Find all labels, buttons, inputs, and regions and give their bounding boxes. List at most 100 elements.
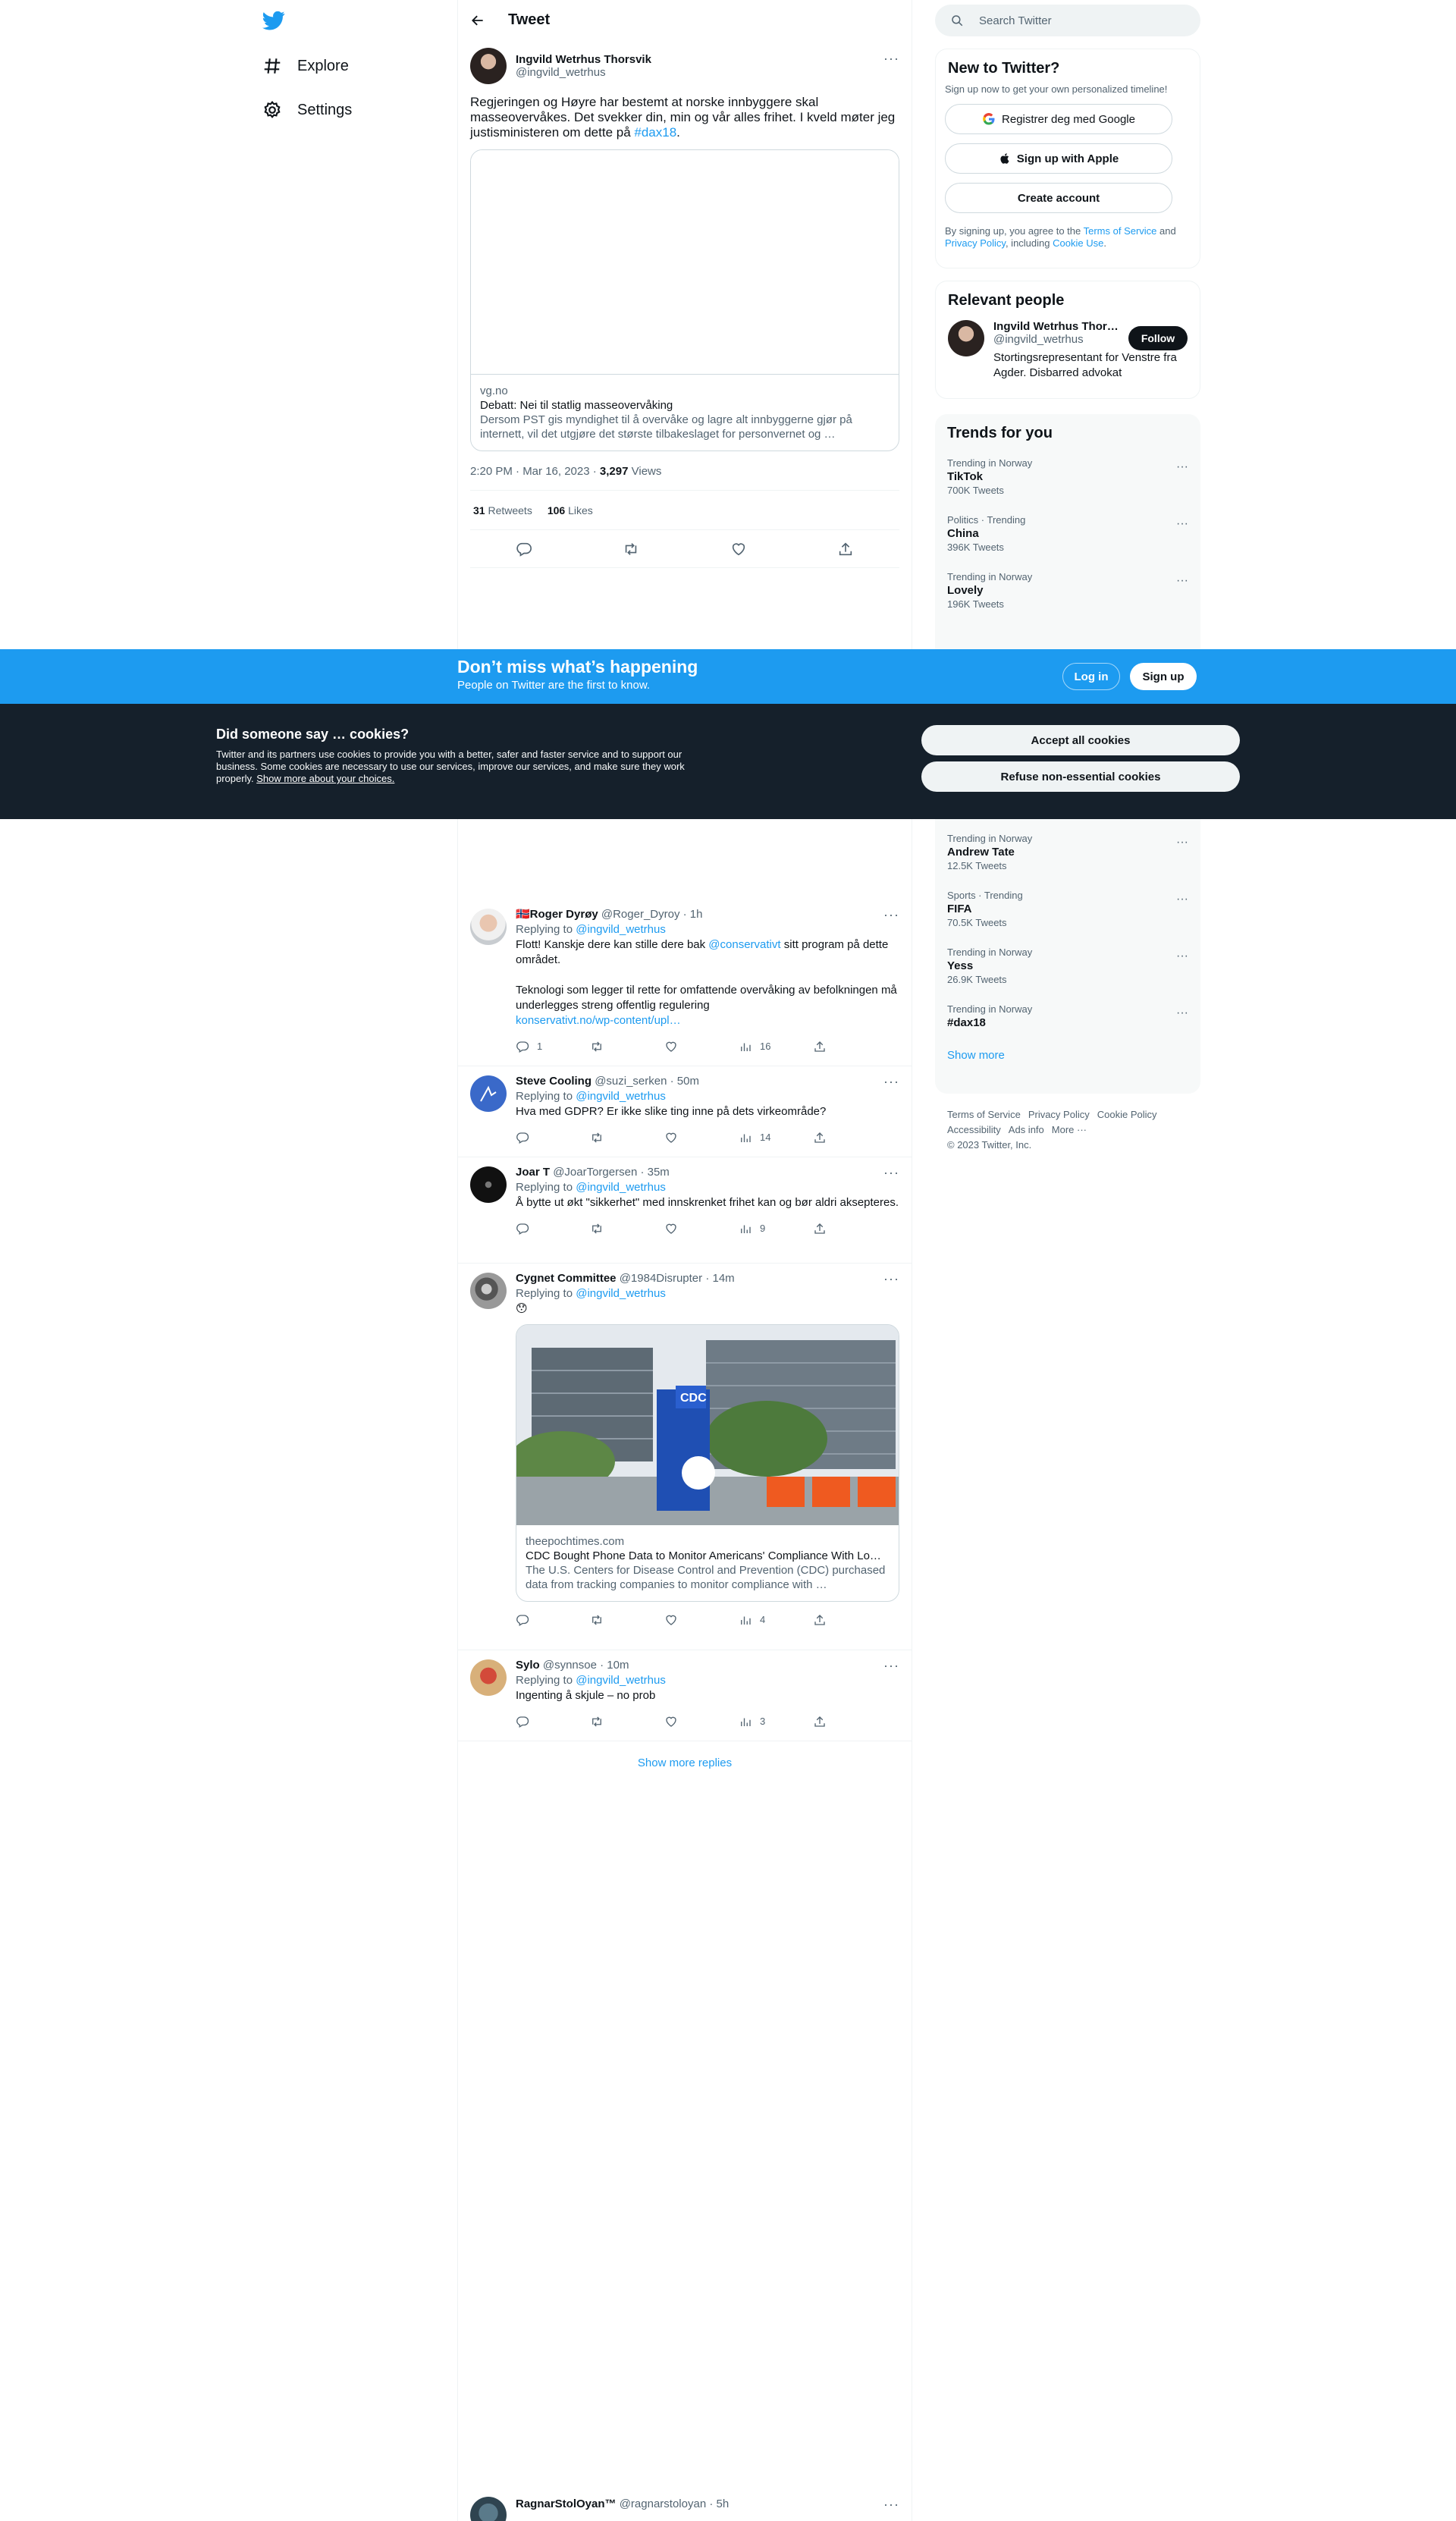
footer-cookie-link[interactable]: Cookie Policy xyxy=(1097,1109,1157,1120)
footer-accessibility-link[interactable]: Accessibility xyxy=(947,1124,1001,1135)
reply-name[interactable]: Sylo xyxy=(516,1659,540,1672)
more-options-icon[interactable]: ··· xyxy=(883,1658,899,1673)
reply-time[interactable]: · 14m xyxy=(702,1272,734,1285)
apple-signup-button[interactable]: Sign up with Apple xyxy=(945,143,1172,174)
footer-more-link[interactable]: More ··· xyxy=(1052,1124,1087,1135)
views-button[interactable]: 9 xyxy=(739,1221,813,1236)
privacy-link[interactable]: Privacy Policy xyxy=(945,237,1006,249)
more-options-icon[interactable]: ··· xyxy=(883,2497,899,2512)
trend-item[interactable]: Trending in Norway Lovely 196K Tweets ··· xyxy=(935,562,1200,619)
replying-to-link[interactable]: @ingvild_wetrhus xyxy=(576,923,666,936)
reply-time[interactable]: · 5h xyxy=(706,2497,729,2510)
like-button[interactable] xyxy=(664,1715,739,1728)
create-account-button[interactable]: Create account xyxy=(945,183,1172,213)
like-button[interactable] xyxy=(664,1613,739,1627)
reply-item[interactable]: RagnarStolOyan™ @ragnarstoloyan · 5h ··· xyxy=(458,2488,912,2521)
avatar[interactable] xyxy=(948,320,984,356)
nav-settings[interactable]: Settings xyxy=(262,91,352,129)
views-button[interactable]: 4 xyxy=(739,1612,813,1628)
reply-handle[interactable]: @ragnarstoloyan xyxy=(620,2497,706,2510)
more-options-icon[interactable]: ··· xyxy=(1176,836,1188,849)
reply-name[interactable]: RagnarStolOyan™ xyxy=(516,2497,617,2510)
views-button[interactable]: 14 xyxy=(739,1130,813,1145)
reply-button[interactable] xyxy=(516,1715,590,1728)
cookie-use-link[interactable]: Cookie Use xyxy=(1053,237,1103,249)
link-card[interactable]: CDC theepochtimes.com CDC Bought Phone D… xyxy=(516,1324,899,1602)
login-button[interactable]: Log in xyxy=(1062,663,1120,690)
more-options-icon[interactable]: ··· xyxy=(1176,893,1188,906)
views-button[interactable]: 3 xyxy=(739,1714,813,1729)
reply-icon[interactable] xyxy=(516,541,532,557)
google-signup-button[interactable]: Registrer deg med Google xyxy=(945,104,1172,134)
link-card[interactable]: vg.no Debatt: Nei til statlig masseoverv… xyxy=(470,149,899,451)
cookie-choices-link[interactable]: Show more about your choices. xyxy=(256,773,394,784)
show-more-replies-button[interactable]: Show more replies xyxy=(458,1741,912,1784)
avatar[interactable] xyxy=(470,1659,507,1696)
reply-item[interactable]: 🇳🇴Roger Dyrøy @Roger_Dyroy · 1h ··· Repl… xyxy=(458,899,912,1066)
more-options-icon[interactable]: ··· xyxy=(1176,950,1188,963)
follow-button[interactable]: Follow xyxy=(1128,326,1188,350)
hashtag-link[interactable]: #dax18 xyxy=(634,125,676,140)
avatar[interactable] xyxy=(470,48,507,84)
trend-item[interactable]: Trending in Norway TikTok 700K Tweets ··· xyxy=(935,448,1200,505)
likes-stat[interactable]: 106 Likes xyxy=(548,504,593,516)
share-button[interactable] xyxy=(813,1222,887,1235)
relevant-person[interactable]: Ingvild Wetrhus Thor… @ingvild_wetrhus S… xyxy=(936,316,1200,385)
back-arrow-icon[interactable] xyxy=(470,13,485,28)
views-button[interactable]: 16 xyxy=(739,1039,813,1054)
avatar[interactable] xyxy=(470,1273,507,1309)
reply-name[interactable]: Cygnet Committee xyxy=(516,1272,617,1285)
signup-button[interactable]: Sign up xyxy=(1130,663,1197,690)
retweets-stat[interactable]: 31 Retweets xyxy=(473,504,532,516)
replying-to-link[interactable]: @ingvild_wetrhus xyxy=(576,1090,666,1103)
reply-time[interactable]: · 1h xyxy=(679,908,703,921)
terms-link[interactable]: Terms of Service xyxy=(1084,225,1157,237)
reply-handle[interactable]: @1984Disrupter xyxy=(620,1272,702,1285)
footer-ads-link[interactable]: Ads info xyxy=(1009,1124,1044,1135)
replying-to-link[interactable]: @ingvild_wetrhus xyxy=(576,1287,666,1300)
tweet-timestamp[interactable]: 2:20 PM · Mar 16, 2023 · xyxy=(470,465,600,478)
refuse-cookies-button[interactable]: Refuse non-essential cookies xyxy=(921,761,1240,792)
reply-item[interactable]: Cygnet Committee @1984Disrupter · 14m ··… xyxy=(458,1264,912,1650)
author-name[interactable]: Ingvild Wetrhus Thorsvik xyxy=(516,53,651,66)
share-button[interactable] xyxy=(813,1613,887,1627)
author-handle[interactable]: @ingvild_wetrhus xyxy=(516,66,651,79)
search-bar[interactable] xyxy=(935,5,1200,36)
twitter-logo-icon[interactable] xyxy=(262,9,285,32)
more-options-icon[interactable]: ··· xyxy=(883,907,899,922)
reply-item[interactable]: Steve Cooling @suzi_serken · 50m ··· Rep… xyxy=(458,1066,912,1157)
more-options-icon[interactable]: ··· xyxy=(883,1165,899,1180)
reply-time[interactable]: · 50m xyxy=(667,1075,699,1088)
trend-item[interactable]: Sports · Trending FIFA 70.5K Tweets ··· xyxy=(935,881,1200,937)
more-options-icon[interactable]: ··· xyxy=(1176,517,1188,531)
reply-button[interactable] xyxy=(516,1222,590,1235)
like-button[interactable] xyxy=(664,1222,739,1235)
more-options-icon[interactable]: ··· xyxy=(883,1271,899,1286)
reply-name[interactable]: Joar T xyxy=(516,1166,550,1179)
reply-name[interactable]: Steve Cooling xyxy=(516,1075,592,1088)
more-options-icon[interactable]: ··· xyxy=(1176,1006,1188,1020)
share-icon[interactable] xyxy=(837,541,854,557)
reply-button[interactable]: 1 xyxy=(516,1039,590,1054)
reply-time[interactable]: · 10m xyxy=(597,1659,629,1672)
retweet-button[interactable] xyxy=(590,1222,664,1235)
avatar[interactable] xyxy=(470,2497,507,2521)
reply-handle[interactable]: @synnsoe xyxy=(543,1659,597,1672)
share-button[interactable] xyxy=(813,1040,887,1053)
external-link[interactable]: konservativt.no/wp-content/upl… xyxy=(516,1014,681,1027)
like-button[interactable] xyxy=(664,1040,739,1053)
like-button[interactable] xyxy=(664,1131,739,1144)
more-options-icon[interactable]: ··· xyxy=(883,51,899,67)
more-options-icon[interactable]: ··· xyxy=(1176,460,1188,474)
reply-handle[interactable]: @suzi_serken xyxy=(595,1075,667,1088)
reply-button[interactable] xyxy=(516,1613,590,1627)
footer-privacy-link[interactable]: Privacy Policy xyxy=(1028,1109,1090,1120)
reply-item[interactable]: Joar T @JoarTorgersen · 35m ··· Replying… xyxy=(458,1157,912,1264)
trend-item[interactable]: Trending in Norway #dax18 ··· xyxy=(935,994,1200,1038)
retweet-button[interactable] xyxy=(590,1715,664,1728)
trend-item[interactable]: Trending in Norway Andrew Tate 12.5K Tweet… xyxy=(935,824,1200,881)
trend-item[interactable]: Trending in Norway Yess 26.9K Tweets ··· xyxy=(935,937,1200,994)
share-button[interactable] xyxy=(813,1715,887,1728)
reply-time[interactable]: · 35m xyxy=(637,1166,669,1179)
like-icon[interactable] xyxy=(730,541,747,557)
